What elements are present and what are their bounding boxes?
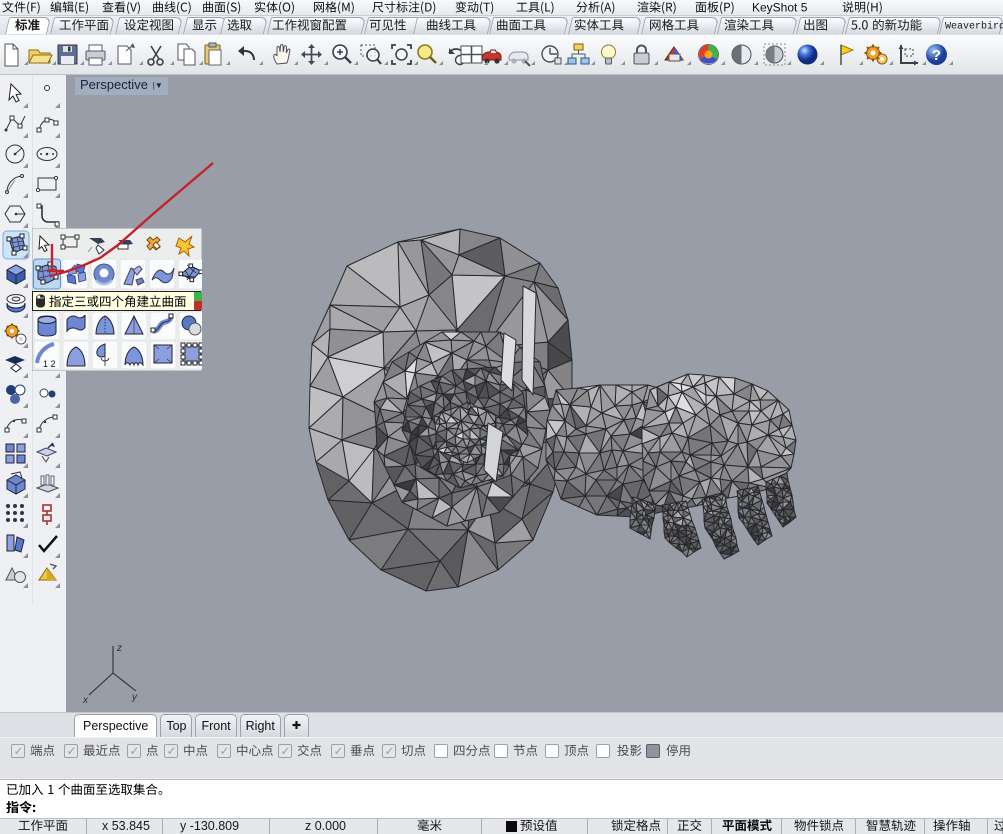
svg-text:?: ? — [932, 47, 941, 64]
svg-text:z: z — [116, 643, 122, 654]
svg-text:y: y — [131, 692, 138, 703]
svg-text:x: x — [82, 695, 89, 706]
svg-text:1 2: 1 2 — [43, 359, 56, 369]
